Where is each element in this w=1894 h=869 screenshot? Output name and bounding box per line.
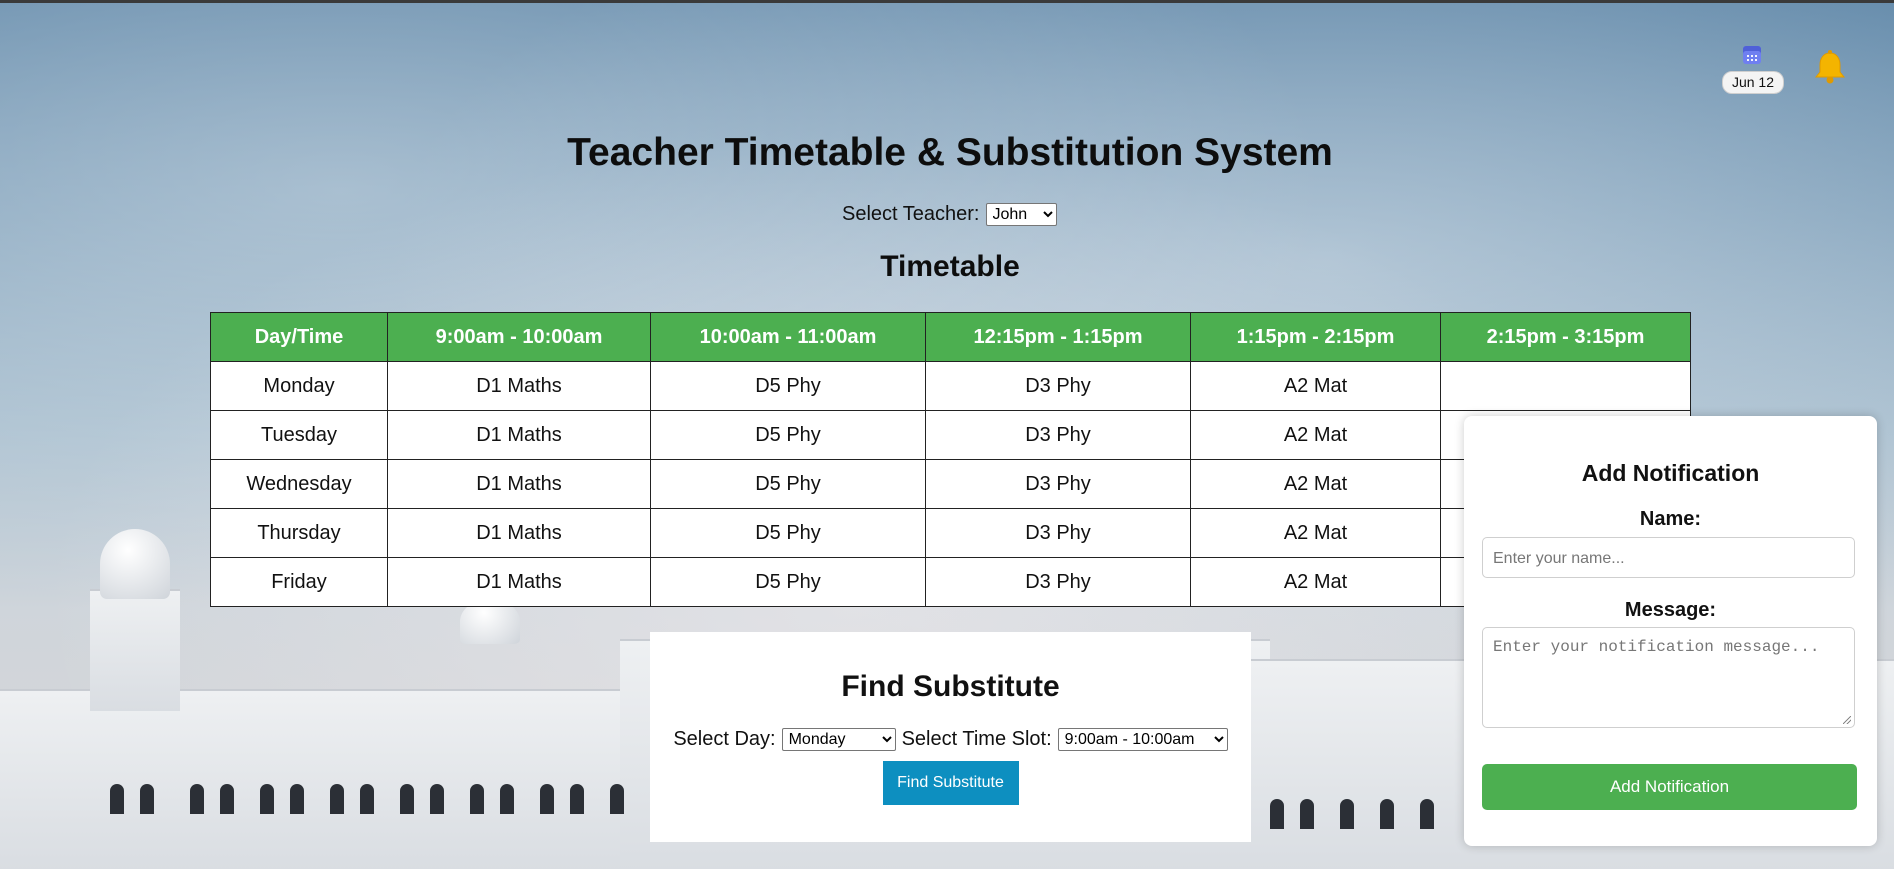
name-label: Name: (1639, 508, 1702, 530)
message-textarea[interactable]: Enter your notification message... (1482, 627, 1855, 728)
table-row: Monday D1 Maths D5 Phy D3 Phy A2 Mat (210, 361, 1691, 411)
day-cell: Tuesday (210, 410, 388, 460)
class-cell: D1 Maths (387, 459, 651, 509)
class-cell: A2 Mat (1190, 557, 1441, 607)
column-header: 12:15pm - 1:15pm (925, 312, 1191, 362)
class-cell: D5 Phy (650, 459, 926, 509)
add-notification-button[interactable]: Add Notification (1482, 764, 1857, 810)
message-placeholder: Enter your notification message... (1493, 638, 1820, 656)
class-cell: D3 Phy (925, 459, 1191, 509)
class-cell: D3 Phy (925, 410, 1191, 460)
class-cell: A2 Mat (1190, 361, 1441, 411)
name-input[interactable]: Enter your name... (1482, 537, 1855, 578)
resize-handle[interactable] (1843, 716, 1851, 724)
day-cell: Friday (210, 557, 388, 607)
add-notification-title: Add Notification (1581, 460, 1760, 486)
column-header: 2:15pm - 3:15pm (1440, 312, 1691, 362)
timetable-header-row: Day/Time 9:00am - 10:00am 10:00am - 11:0… (210, 312, 1691, 362)
day-select[interactable]: Monday (781, 728, 896, 751)
class-cell: D1 Maths (387, 410, 651, 460)
class-cell: D3 Phy (925, 508, 1191, 558)
class-cell (1440, 361, 1691, 411)
column-header: 10:00am - 11:00am (650, 312, 926, 362)
add-notification-panel: Add Notification Name: Enter your name..… (1464, 416, 1877, 846)
class-cell: D5 Phy (650, 410, 926, 460)
find-substitute-card: Find Substitute Select Day: Monday Selec… (650, 632, 1251, 842)
class-cell: D5 Phy (650, 361, 926, 411)
class-cell: D5 Phy (650, 557, 926, 607)
message-label: Message: (1624, 599, 1717, 621)
day-cell: Thursday (210, 508, 388, 558)
date-badge: Jun 12 (1722, 71, 1784, 94)
teacher-select[interactable]: John (985, 203, 1057, 226)
time-slot-select-label: Select Time Slot: (901, 728, 1052, 750)
page-title: Teacher Timetable & Substitution System (567, 131, 1333, 174)
class-cell: D3 Phy (925, 557, 1191, 607)
teacher-select-row: Select Teacher: John (842, 203, 1057, 226)
teacher-select-label: Select Teacher: (842, 203, 980, 225)
class-cell: D5 Phy (650, 508, 926, 558)
find-substitute-title: Find Substitute (841, 670, 1060, 703)
class-cell: A2 Mat (1190, 410, 1441, 460)
column-header: 1:15pm - 2:15pm (1190, 312, 1441, 362)
class-cell: A2 Mat (1190, 508, 1441, 558)
substitute-filters: Select Day: Monday Select Time Slot: 9:0… (650, 728, 1251, 751)
day-cell: Wednesday (210, 459, 388, 509)
day-cell: Monday (210, 361, 388, 411)
column-header: Day/Time (210, 312, 388, 362)
column-header: 9:00am - 10:00am (387, 312, 651, 362)
class-cell: D1 Maths (387, 361, 651, 411)
time-slot-select[interactable]: 9:00am - 10:00am (1057, 728, 1228, 751)
calendar-icon[interactable] (1743, 46, 1761, 64)
class-cell: D1 Maths (387, 508, 651, 558)
class-cell: A2 Mat (1190, 459, 1441, 509)
day-select-label: Select Day: (673, 728, 776, 750)
timetable-title: Timetable (880, 250, 1020, 283)
class-cell: D1 Maths (387, 557, 651, 607)
bell-icon[interactable] (1813, 50, 1847, 86)
class-cell: D3 Phy (925, 361, 1191, 411)
find-substitute-button[interactable]: Find Substitute (882, 761, 1019, 805)
